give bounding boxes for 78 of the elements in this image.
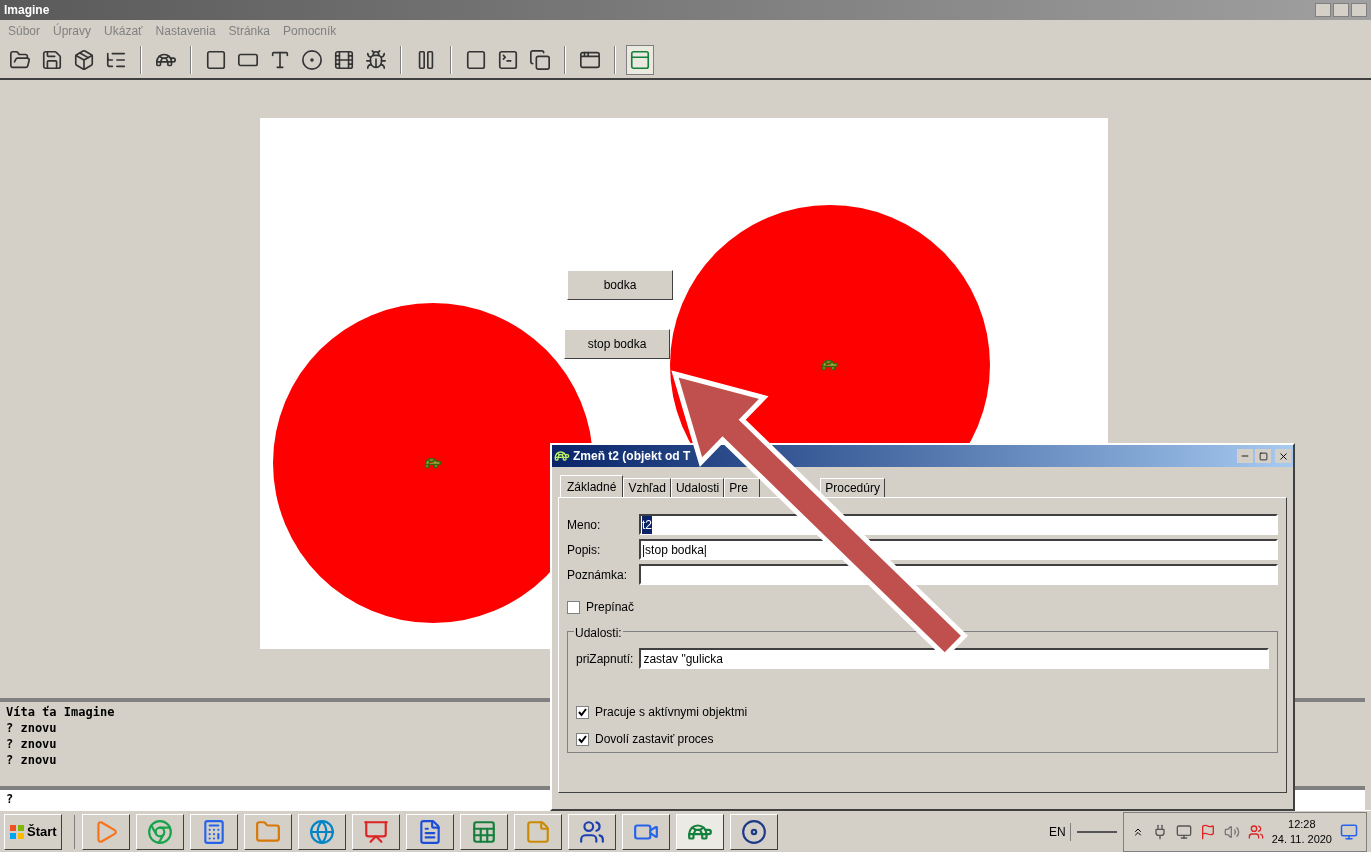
maximize-button[interactable] bbox=[1255, 449, 1271, 463]
taskbar-button[interactable] bbox=[675, 813, 724, 850]
checkbox-label: Dovolí zastaviť proces bbox=[595, 731, 714, 748]
taskbar-button[interactable] bbox=[621, 813, 670, 850]
speaker-icon[interactable] bbox=[1223, 823, 1240, 840]
console-line: Víta ťa Imagine bbox=[6, 704, 115, 720]
checkbox-label: Pracuje s aktívnymi objektmi bbox=[595, 704, 748, 721]
console-line: ? znovu bbox=[6, 720, 57, 736]
restore-button[interactable] bbox=[1333, 3, 1349, 17]
taskbar-button[interactable] bbox=[243, 813, 292, 850]
clock-time: 12:28 bbox=[1288, 816, 1316, 832]
clock-date: 24. 11. 2020 bbox=[1271, 831, 1332, 847]
frame-icon bbox=[205, 49, 227, 71]
monitor-icon[interactable] bbox=[1175, 823, 1192, 840]
close-icon bbox=[1277, 450, 1289, 462]
window-icon bbox=[579, 49, 601, 71]
canvas-button[interactable]: stop bodka bbox=[564, 329, 670, 359]
slides-icon bbox=[362, 818, 389, 845]
bug-icon bbox=[365, 49, 387, 71]
taskbar-button[interactable] bbox=[405, 813, 454, 850]
console-line: ? znovu bbox=[6, 752, 57, 768]
desktop-icon[interactable] bbox=[1340, 822, 1358, 841]
close-button[interactable] bbox=[1275, 449, 1291, 463]
taskbar-button[interactable] bbox=[135, 813, 184, 850]
checkbox[interactable] bbox=[576, 732, 589, 746]
checkbox[interactable] bbox=[567, 600, 580, 614]
taskbar-button[interactable] bbox=[189, 813, 238, 850]
checkbox-label: Prepínač bbox=[586, 599, 635, 616]
text-field[interactable]: zastav "gulicka bbox=[639, 648, 1269, 669]
minimize-button[interactable] bbox=[1315, 3, 1331, 17]
field-label: priZapnutí: bbox=[576, 650, 634, 668]
taskbar-button[interactable] bbox=[459, 813, 508, 850]
start-button[interactable]: Štart bbox=[4, 813, 62, 850]
field-label: Poznámka: bbox=[567, 566, 629, 584]
console-line: ? znovu bbox=[6, 736, 57, 752]
tab[interactable]: Vzhľad bbox=[623, 478, 671, 497]
toolbar-button[interactable] bbox=[626, 45, 654, 75]
letter-icon bbox=[269, 49, 291, 71]
tab[interactable]: Udalosti bbox=[670, 478, 725, 497]
chat-icon bbox=[578, 818, 605, 845]
globe-icon bbox=[308, 818, 335, 845]
disc-icon bbox=[301, 49, 323, 71]
folder-icon bbox=[254, 818, 281, 845]
pages-icon bbox=[529, 49, 551, 71]
turtle-icon bbox=[554, 448, 570, 464]
field-label: Meno: bbox=[567, 516, 602, 534]
tab[interactable]: Základné bbox=[560, 475, 624, 497]
canvas-button[interactable]: bodka bbox=[567, 270, 673, 300]
terminal-icon bbox=[497, 49, 519, 71]
taskbar-button[interactable] bbox=[729, 813, 778, 850]
taskbar-button[interactable] bbox=[567, 813, 616, 850]
network-icon[interactable] bbox=[1247, 823, 1264, 840]
windows-logo-icon bbox=[9, 823, 25, 840]
tab[interactable]: Pre bbox=[724, 478, 761, 497]
browser-icon bbox=[146, 818, 173, 845]
field-label: Popis: bbox=[567, 541, 602, 559]
dialog-title: Zmeň t2 (objekt od T bbox=[573, 448, 691, 465]
taskbar-button[interactable] bbox=[513, 813, 562, 850]
minimize-button[interactable] bbox=[1237, 449, 1253, 463]
taskbar-button[interactable] bbox=[81, 813, 130, 850]
flag-icon[interactable] bbox=[1199, 823, 1216, 840]
text-field[interactable]: |stop bodka| bbox=[639, 539, 1278, 560]
language-indicator[interactable]: EN bbox=[1044, 822, 1071, 841]
window-title: Imagine bbox=[4, 3, 50, 17]
notes-icon bbox=[524, 818, 551, 845]
maximize-icon bbox=[1258, 451, 1268, 461]
text-field[interactable] bbox=[639, 564, 1278, 585]
package-icon bbox=[73, 49, 95, 71]
disc-icon bbox=[740, 818, 767, 845]
folder-icon bbox=[9, 49, 31, 71]
stop-icon bbox=[465, 49, 487, 71]
taskbar-button[interactable] bbox=[351, 813, 400, 850]
window-icon bbox=[629, 49, 651, 71]
text-field[interactable]: t2 bbox=[639, 514, 1278, 535]
spreadsheet-icon bbox=[470, 818, 497, 845]
taskbar-button[interactable] bbox=[297, 813, 346, 850]
checkbox[interactable] bbox=[576, 705, 589, 719]
film-icon bbox=[333, 49, 355, 71]
